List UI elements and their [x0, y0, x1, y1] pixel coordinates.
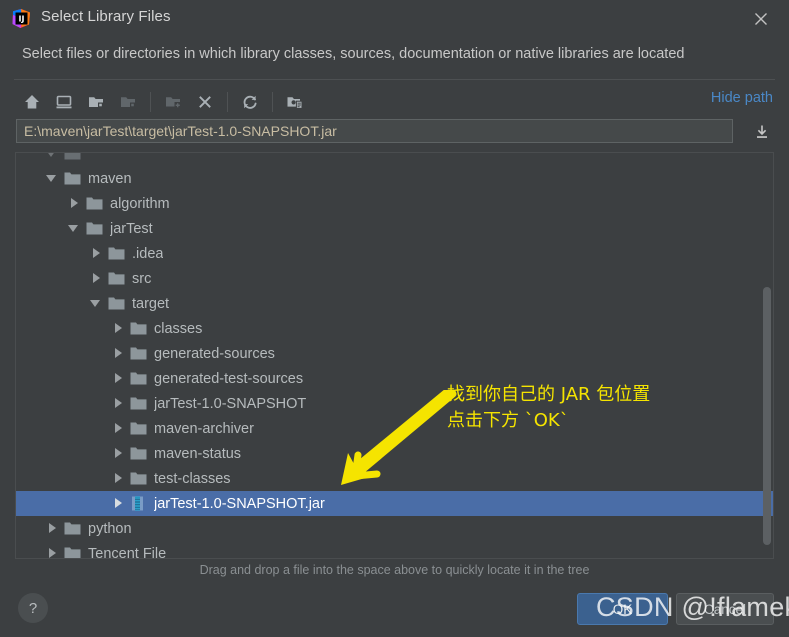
tree-row[interactable]: .idea: [16, 241, 773, 266]
tree-row-label: target: [132, 295, 170, 312]
delete-icon[interactable]: [189, 86, 221, 118]
download-icon[interactable]: [751, 121, 773, 143]
file-chooser-toolbar: [16, 84, 311, 120]
tree-row-selected[interactable]: jarTest-1.0-SNAPSHOT.jar: [16, 491, 773, 516]
folder-icon: [64, 546, 81, 558]
chevron-right-icon[interactable]: [90, 247, 103, 260]
path-field-row: [16, 119, 773, 145]
folder-icon: [130, 421, 147, 436]
tree-row[interactable]: generated-test-sources: [16, 366, 773, 391]
dialog-subtitle: Select files or directories in which lib…: [22, 46, 685, 62]
tree-row-label: maven: [88, 170, 132, 187]
folder-icon: [130, 396, 147, 411]
folder-icon: [86, 196, 103, 211]
chevron-right-icon[interactable]: [112, 497, 125, 510]
folder-icon: [108, 296, 125, 311]
folder-icon: [130, 371, 147, 386]
cancel-button[interactable]: Cancel: [676, 593, 774, 625]
folder-icon: [130, 346, 147, 361]
scrollbar-thumb[interactable]: [763, 287, 771, 545]
tree-row-label: classes: [154, 320, 203, 337]
toolbar-divider-1: [150, 92, 151, 112]
tree-row-label: jarTest-1.0-SNAPSHOT: [154, 395, 307, 412]
module-folder-icon: [112, 86, 144, 118]
tree-row-label: maven-status: [154, 445, 242, 462]
tree-row[interactable]: maven: [16, 166, 773, 191]
chevron-down-icon[interactable]: [46, 153, 59, 160]
tree-row[interactable]: classes: [16, 316, 773, 341]
chevron-right-icon[interactable]: [112, 422, 125, 435]
intellij-idea-logo-icon: IJ: [11, 8, 32, 29]
close-icon[interactable]: [747, 6, 775, 32]
ok-button[interactable]: OK: [577, 593, 668, 625]
tree-row[interactable]: maven-status: [16, 441, 773, 466]
tree-row[interactable]: target: [16, 291, 773, 316]
tree-row[interactable]: Tencent File: [16, 541, 773, 559]
drag-drop-hint: Drag and drop a file into the space abov…: [199, 563, 590, 577]
chevron-right-icon[interactable]: [46, 522, 59, 535]
tree-row-label: jarTest-1.0-SNAPSHOT.jar: [154, 495, 325, 512]
chevron-down-icon[interactable]: [68, 222, 81, 235]
file-tree-rows: maven algorithm jarTest .idea src target class…: [16, 153, 773, 559]
new-folder-icon: [157, 86, 189, 118]
header-divider: [14, 79, 775, 80]
refresh-icon[interactable]: [234, 86, 266, 118]
chevron-right-icon[interactable]: [112, 397, 125, 410]
tree-row[interactable]: [16, 153, 773, 166]
tree-row[interactable]: jarTest-1.0-SNAPSHOT: [16, 391, 773, 416]
folder-icon: [64, 521, 81, 536]
tree-row-label: jarTest: [110, 220, 153, 237]
tree-row-label: test-classes: [154, 470, 231, 487]
folder-icon: [130, 446, 147, 461]
toolbar-divider-2: [227, 92, 228, 112]
tree-row-label: generated-test-sources: [154, 370, 304, 387]
file-tree[interactable]: maven algorithm jarTest .idea src target class…: [15, 152, 774, 559]
tree-row[interactable]: jarTest: [16, 216, 773, 241]
chevron-right-icon[interactable]: [46, 547, 59, 558]
tree-row[interactable]: generated-sources: [16, 341, 773, 366]
tree-row[interactable]: python: [16, 516, 773, 541]
folder-icon: [64, 153, 81, 161]
folder-icon: [130, 471, 147, 486]
jar-file-icon: [130, 496, 147, 511]
chevron-down-icon[interactable]: [90, 297, 103, 310]
help-button[interactable]: ?: [18, 593, 48, 623]
desktop-icon[interactable]: [48, 86, 80, 118]
tree-row-label: .idea: [132, 245, 164, 262]
project-folder-icon[interactable]: [80, 86, 112, 118]
title-bar: IJ Select Library Files: [0, 0, 789, 38]
tree-row-label: Tencent File: [88, 545, 167, 559]
select-library-files-dialog: IJ Select Library Files Select files or …: [0, 0, 789, 637]
chevron-right-icon[interactable]: [68, 197, 81, 210]
folder-icon: [130, 321, 147, 336]
folder-icon: [108, 271, 125, 286]
tree-row-label: generated-sources: [154, 345, 275, 362]
chevron-right-icon[interactable]: [112, 372, 125, 385]
chevron-right-icon[interactable]: [90, 272, 103, 285]
tree-row-label: src: [132, 270, 152, 287]
tree-row-label: maven-archiver: [154, 420, 254, 437]
window-title: Select Library Files: [41, 8, 171, 25]
tree-row[interactable]: maven-archiver: [16, 416, 773, 441]
folder-icon: [64, 171, 81, 186]
home-icon[interactable]: [16, 86, 48, 118]
path-input[interactable]: [16, 119, 733, 143]
chevron-right-icon[interactable]: [112, 472, 125, 485]
tree-row[interactable]: src: [16, 266, 773, 291]
toolbar-divider-3: [272, 92, 273, 112]
chevron-right-icon[interactable]: [112, 322, 125, 335]
tree-row-label: python: [88, 520, 132, 537]
tree-row-label: algorithm: [110, 195, 170, 212]
vertical-scrollbar[interactable]: [761, 154, 772, 557]
hide-path-link[interactable]: Hide path: [711, 90, 773, 106]
chevron-right-icon[interactable]: [112, 347, 125, 360]
folder-icon: [86, 221, 103, 236]
svg-text:IJ: IJ: [19, 15, 25, 24]
folder-icon: [108, 246, 125, 261]
chevron-down-icon[interactable]: [46, 172, 59, 185]
tree-row[interactable]: test-classes: [16, 466, 773, 491]
show-hidden-icon[interactable]: [279, 86, 311, 118]
chevron-right-icon[interactable]: [112, 447, 125, 460]
tree-row[interactable]: algorithm: [16, 191, 773, 216]
